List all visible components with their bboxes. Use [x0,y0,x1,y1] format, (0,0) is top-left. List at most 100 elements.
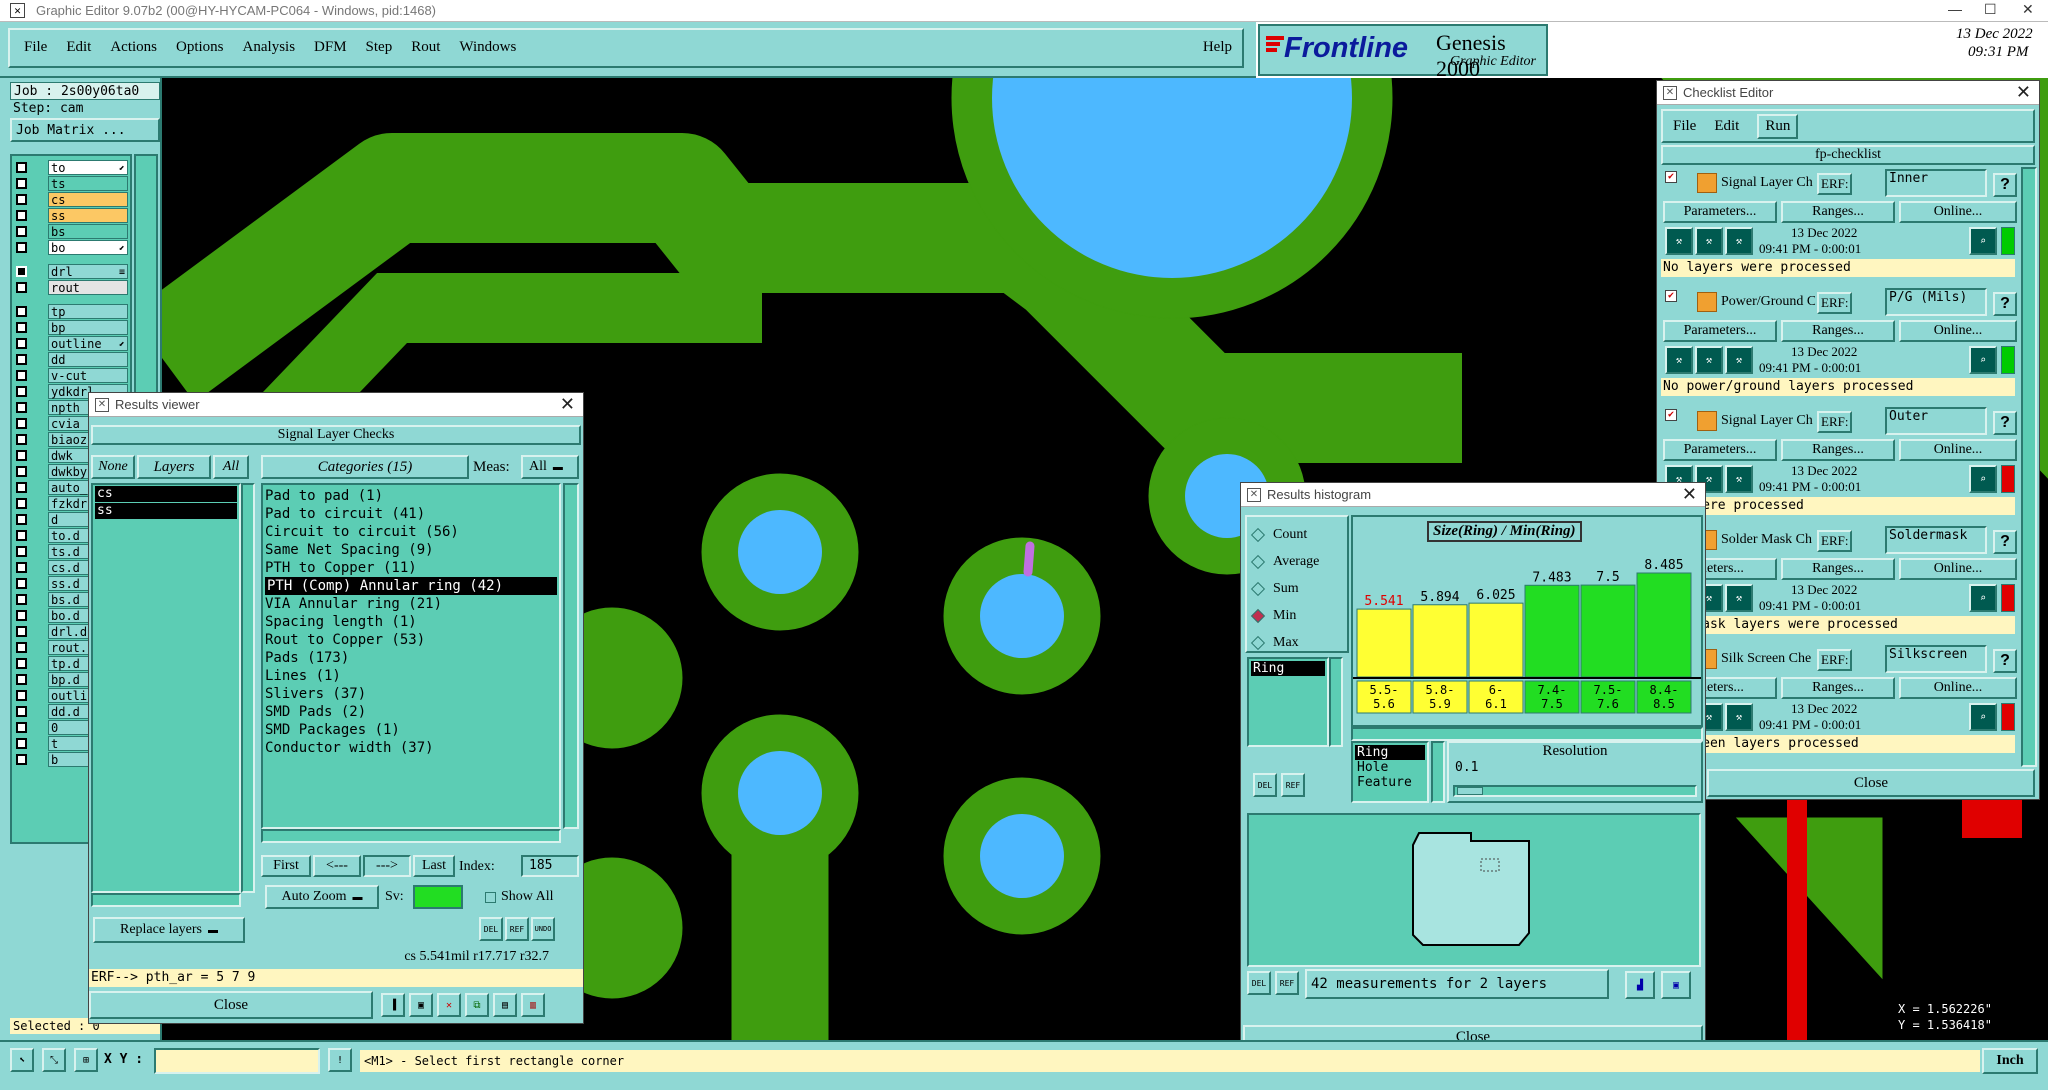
category-item[interactable]: Circuit to circuit (56) [263,523,559,541]
results-viewer-close-icon[interactable]: ✕ [560,394,575,415]
category-item[interactable]: Pad to circuit (41) [263,505,559,523]
zoom-icon[interactable]: ⤡ [42,1048,66,1072]
meas-dropdown[interactable]: All ▬ [521,455,579,479]
layer-row[interactable]: bp [12,320,132,336]
none-button[interactable]: None [91,455,135,479]
menu-options[interactable]: Options [176,39,224,56]
measure-list-scrollbar[interactable] [1431,741,1445,803]
cross-icon[interactable]: ✕ [437,993,461,1017]
zoom-results-icon[interactable]: ⌕ [1969,703,1997,731]
replace-layers-dropdown[interactable]: Replace layers ▬ [93,917,245,943]
layer-checkbox[interactable] [16,514,27,525]
zoom-results-icon[interactable]: ⌕ [1969,584,1997,612]
job-matrix-button[interactable]: Job Matrix ... [10,118,160,142]
layer-checkbox[interactable] [16,578,27,589]
next-button[interactable]: ---> [363,855,411,877]
layer-checkbox[interactable] [16,338,27,349]
minimize-button[interactable]: — [1948,1,1962,17]
layer-checkbox[interactable] [16,434,27,445]
layer-checkbox[interactable] [16,498,27,509]
category-item[interactable]: Slivers (37) [263,685,559,703]
category-item[interactable]: SMD Pads (2) [263,703,559,721]
run-step-icon[interactable]: ⚒ [1725,346,1753,374]
layer-checkbox[interactable] [16,530,27,541]
layer-name[interactable]: drl ≡ [48,264,128,279]
checklist-menu-run[interactable]: Run [1757,113,1799,139]
layer-row[interactable]: ts [12,176,132,192]
run-step-icon[interactable]: ⚒ [1695,346,1723,374]
layer-checkbox[interactable] [16,242,27,253]
run-step-icon[interactable]: ⚒ [1725,227,1753,255]
layer-name[interactable]: bp [48,320,128,335]
run-step-icon[interactable]: ⚒ [1725,703,1753,731]
menu-dfm[interactable]: DFM [314,39,347,56]
layer-checkbox[interactable] [16,386,27,397]
undo-icon[interactable]: UNDO [531,917,555,941]
histogram-hscroll[interactable] [1351,727,1703,741]
layer-checkbox[interactable] [16,354,27,365]
pointer-icon[interactable]: ⬉ [10,1048,34,1072]
export-icon[interactable]: ⧉ [465,993,489,1017]
measure-feature[interactable]: Feature [1353,775,1427,790]
all-layers-button[interactable]: All [213,455,249,479]
parameters-button[interactable]: Parameters... [1663,201,1777,223]
histogram-bar[interactable] [1356,608,1412,678]
layer-row[interactable]: to ⬋ [12,160,132,176]
histogram-bar[interactable] [1580,584,1636,678]
histogram-del-icon-2[interactable]: DEL [1247,971,1271,995]
layer-checkbox[interactable] [16,370,27,381]
chart-icon[interactable]: ▥ [521,993,545,1017]
first-button[interactable]: First [261,855,311,877]
category-item[interactable]: Rout to Copper (53) [263,631,559,649]
histogram-ref-icon[interactable]: REF [1281,773,1305,797]
layer-checkbox[interactable] [16,402,27,413]
ring-list[interactable]: Ring [1247,657,1329,747]
layer-checkbox[interactable] [16,282,27,293]
ranges-button[interactable]: Ranges... [1781,320,1895,342]
category-list[interactable]: Pad to pad (1) Pad to circuit (41) Circuit… [261,483,561,829]
measure-list[interactable]: Ring Hole Feature [1351,741,1429,803]
online-button[interactable]: Online... [1899,201,2017,223]
checklist-close-icon[interactable]: ✕ [2016,82,2031,103]
option-count[interactable]: Count [1247,521,1347,548]
checklist-close-button[interactable]: Close [1707,769,2035,797]
help-button[interactable]: ? [1993,530,2017,554]
del-icon[interactable]: DEL [479,917,503,941]
erf-field[interactable]: Outer [1885,407,1987,435]
layer-checkbox[interactable] [16,482,27,493]
zoom-results-icon[interactable]: ⌕ [1969,227,1997,255]
layer-checkbox[interactable] [16,610,27,621]
menu-step[interactable]: Step [366,39,393,56]
layer-checkbox[interactable] [16,226,27,237]
resolution-slider[interactable] [1453,785,1697,797]
menu-analysis[interactable]: Analysis [243,39,296,56]
ranges-button[interactable]: Ranges... [1781,439,1895,461]
layer-checkbox[interactable] [16,738,27,749]
measure-ring[interactable]: Ring [1355,745,1425,760]
checklist-menu-edit[interactable]: Edit [1714,118,1739,135]
measure-hole[interactable]: Hole [1353,760,1427,775]
zoom-results-icon[interactable]: ⌕ [1969,346,1997,374]
layer-row[interactable]: cs [12,192,132,208]
ranges-button[interactable]: Ranges... [1781,677,1895,699]
category-list-hscroll[interactable] [261,829,561,843]
parameters-button[interactable]: Parameters... [1663,320,1777,342]
online-button[interactable]: Online... [1899,439,2017,461]
layer-name[interactable]: bs [48,224,128,239]
help-menu[interactable]: Help [1203,39,1232,56]
layer-checkbox[interactable] [16,306,27,317]
layer-row[interactable]: rout [12,280,132,296]
option-min[interactable]: Min [1247,602,1347,629]
category-item[interactable]: Pad to pad (1) [263,487,559,505]
category-item[interactable]: Lines (1) [263,667,559,685]
camera-icon[interactable]: ▐ [381,993,405,1017]
item-checkbox[interactable]: ✔ [1665,171,1677,183]
category-item[interactable]: PTH (Comp) Annular ring (42) [265,577,557,595]
category-item[interactable]: Pads (173) [263,649,559,667]
category-item[interactable]: PTH to Copper (11) [263,559,559,577]
layer-name[interactable]: cs [48,192,128,207]
layer-list-vscroll[interactable] [241,483,255,893]
layer-list-item[interactable]: ss [95,503,237,519]
layer-checkbox[interactable] [16,418,27,429]
run-step-icon[interactable]: ⚒ [1665,227,1693,255]
